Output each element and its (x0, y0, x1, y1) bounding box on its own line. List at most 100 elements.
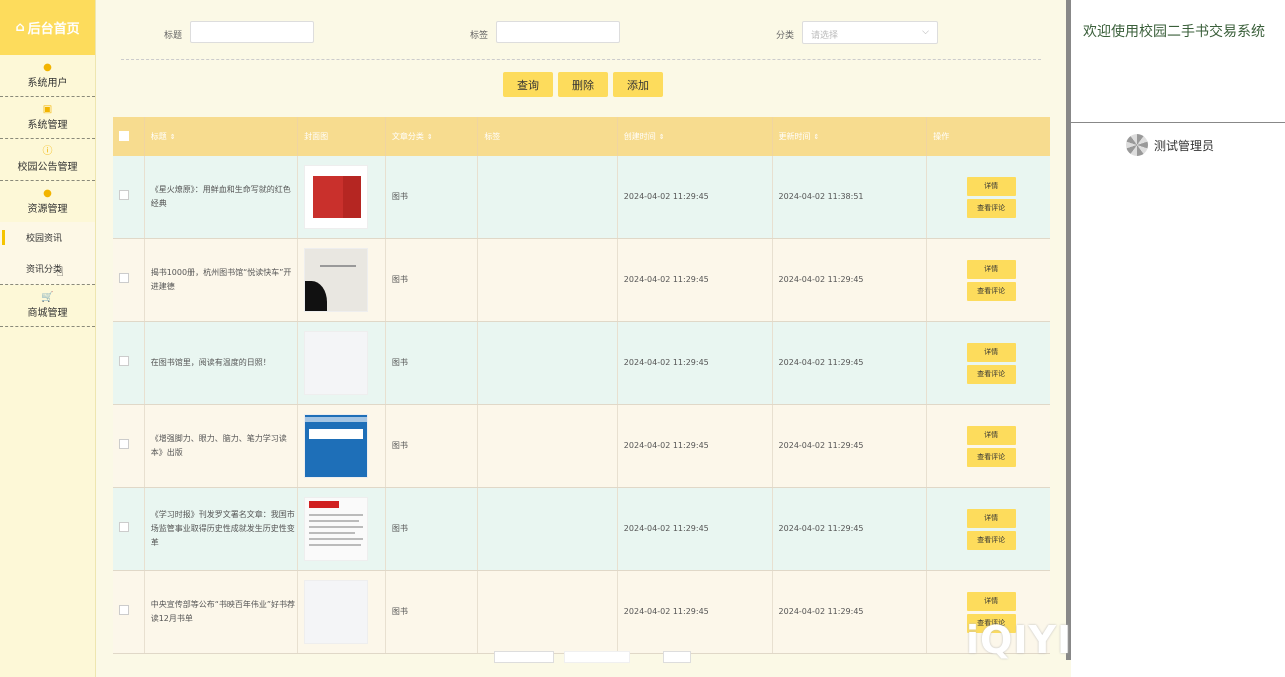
row-checkbox[interactable] (119, 438, 129, 449)
category-select[interactable]: 请选择 ⌵ (802, 21, 938, 44)
cover-image (304, 497, 369, 561)
cover-image (304, 580, 369, 644)
username: 测试管理员 (1154, 138, 1215, 153)
row-title: 《增强脚力、眼力、脑力、笔力学习读本》出版 (144, 404, 299, 488)
row-created: 2024-04-02 11:29:45 (617, 238, 773, 322)
view-comments-button[interactable]: 查看评论 (966, 198, 1016, 218)
row-checkbox[interactable] (119, 604, 129, 615)
row-checkbox[interactable] (119, 272, 129, 283)
tag-label: 标签 (470, 31, 489, 41)
sidebar-item-resource[interactable]: ● 资源管理 (0, 181, 95, 222)
table-row: 揭书1000册，杭州图书馆“悦读快车”开进建德 图书 2024-04-02 11… (113, 238, 1050, 322)
category-placeholder: 请选择 (811, 31, 839, 41)
row-updated: 2024-04-02 11:29:45 (772, 404, 928, 488)
home-icon: ⌂ (15, 20, 25, 35)
row-category: 图书 (385, 404, 479, 488)
user-info[interactable]: 测试管理员 (1126, 134, 1214, 156)
row-actions: 详情 查看评论 (926, 487, 1050, 571)
table-header-row: 标题 ⇕ 封面图 文章分类 ⇕ 标签 创建时间 ⇕ 更新时间 ⇕ 操作 (113, 117, 1050, 156)
row-created: 2024-04-02 11:29:45 (617, 570, 773, 654)
sidebar-item-campus-notice[interactable]: ⓘ 校园公告管理 (0, 139, 95, 181)
table-row: 《增强脚力、眼力、脑力、笔力学习读本》出版 图书 2024-04-02 11:2… (113, 404, 1050, 488)
news-table: 标题 ⇕ 封面图 文章分类 ⇕ 标签 创建时间 ⇕ 更新时间 ⇕ 操作 《星火燎原》：用… (113, 117, 1050, 654)
sort-icon: ⇕ (169, 133, 176, 141)
page-nav[interactable] (564, 651, 630, 663)
sidebar-home[interactable]: ⌂ 后台首页 (0, 0, 95, 55)
row-cover-cell (297, 156, 386, 239)
page-size-select[interactable] (494, 651, 554, 663)
row-category: 图书 (385, 487, 479, 571)
sidebar: ⌂ 后台首页 ● 系统用户 ▣ 系统管理 ⓘ 校园公告管理 ● 资源管理 校园资… (0, 0, 96, 677)
row-select-cell (113, 487, 145, 571)
view-comments-button[interactable]: 查看评论 (966, 364, 1016, 384)
chevron-down-icon: ⌵ (922, 27, 929, 37)
header-category[interactable]: 文章分类 ⇕ (385, 117, 479, 156)
row-checkbox[interactable] (119, 189, 129, 200)
row-tag (477, 321, 618, 405)
row-tag (477, 570, 618, 654)
detail-button[interactable]: 详情 (966, 259, 1016, 279)
sort-icon: ⇕ (813, 133, 820, 141)
delete-button[interactable]: 删除 (558, 72, 608, 97)
welcome-text: 欢迎使用校园二手书交易系统 (1083, 24, 1265, 40)
sidebar-subitem-label: 校园资讯 (26, 234, 63, 244)
row-select-cell (113, 404, 145, 488)
view-comments-button[interactable]: 查看评论 (966, 281, 1016, 301)
detail-button[interactable]: 详情 (966, 342, 1016, 362)
sidebar-subitem-news-category[interactable]: 资讯分类 ☝ (0, 253, 95, 284)
view-comments-button[interactable]: 查看评论 (966, 447, 1016, 467)
row-updated: 2024-04-02 11:29:45 (772, 238, 928, 322)
row-created: 2024-04-02 11:29:45 (617, 156, 773, 239)
row-category: 图书 (385, 570, 479, 654)
detail-button[interactable]: 详情 (966, 591, 1016, 611)
row-select-cell (113, 156, 145, 239)
tag-input[interactable] (496, 21, 620, 43)
header-title[interactable]: 标题 ⇕ (144, 117, 299, 156)
row-created: 2024-04-02 11:29:45 (617, 321, 773, 405)
row-category: 图书 (385, 156, 479, 239)
header-updated[interactable]: 更新时间 ⇕ (772, 117, 928, 156)
row-actions: 详情 查看评论 (926, 156, 1050, 239)
sidebar-subitem-campus-news[interactable]: 校园资讯 (0, 222, 95, 253)
view-comments-button[interactable]: 查看评论 (966, 530, 1016, 550)
query-button[interactable]: 查询 (503, 72, 553, 97)
row-actions: 详情 查看评论 (926, 321, 1050, 405)
sort-icon: ⇕ (658, 133, 665, 141)
row-checkbox[interactable] (119, 521, 129, 532)
row-checkbox[interactable] (119, 355, 129, 366)
sort-icon: ⇕ (426, 133, 433, 141)
row-cover-cell (297, 487, 386, 571)
row-updated: 2024-04-02 11:29:45 (772, 321, 928, 405)
row-category: 图书 (385, 238, 479, 322)
sidebar-item-mall[interactable]: 🛒 商城管理 (0, 285, 95, 327)
sidebar-item-label: 商城管理 (27, 308, 68, 319)
header-tag: 标签 (477, 117, 618, 156)
row-select-cell (113, 570, 145, 654)
sidebar-item-label: 校园公告管理 (17, 162, 78, 173)
sidebar-item-label: 系统管理 (27, 120, 68, 131)
detail-button[interactable]: 详情 (966, 176, 1016, 196)
table-row: 《星火燎原》：用鲜血和生命写就的红色经典 图书 2024-04-02 11:29… (113, 156, 1050, 239)
row-title: 《星火燎原》：用鲜血和生命写就的红色经典 (144, 156, 299, 239)
sidebar-item-system-management[interactable]: ▣ 系统管理 (0, 97, 95, 139)
main-content: 标题 标签 分类 请选择 ⌵ 查询 删除 添加 标题 ⇕ 封面图 文章分类 ⇕ 标签… (96, 0, 1066, 677)
detail-button[interactable]: 详情 (966, 508, 1016, 528)
sidebar-submenu: 校园资讯 资讯分类 ☝ (0, 222, 95, 285)
header-created[interactable]: 创建时间 ⇕ (617, 117, 773, 156)
search-bar: 标题 标签 分类 请选择 ⌵ (96, 21, 1066, 47)
sidebar-item-system-users[interactable]: ● 系统用户 (0, 55, 95, 97)
row-cover-cell (297, 238, 386, 322)
table-row: 中央宣传部等公布“书映百年伟业”好书荐读12月书单 图书 2024-04-02 … (113, 570, 1050, 654)
select-all-checkbox[interactable] (119, 130, 129, 141)
sidebar-item-label: 资源管理 (27, 204, 68, 215)
settings-icon: ▣ (42, 104, 53, 115)
title-input[interactable] (190, 21, 314, 43)
page-jump-input[interactable] (663, 651, 691, 663)
divider (121, 59, 1041, 60)
row-category: 图书 (385, 321, 479, 405)
row-tag (477, 487, 618, 571)
add-button[interactable]: 添加 (613, 72, 663, 97)
hand-cursor-icon: ☝ (56, 265, 64, 280)
title-label: 标题 (164, 31, 183, 41)
detail-button[interactable]: 详情 (966, 425, 1016, 445)
